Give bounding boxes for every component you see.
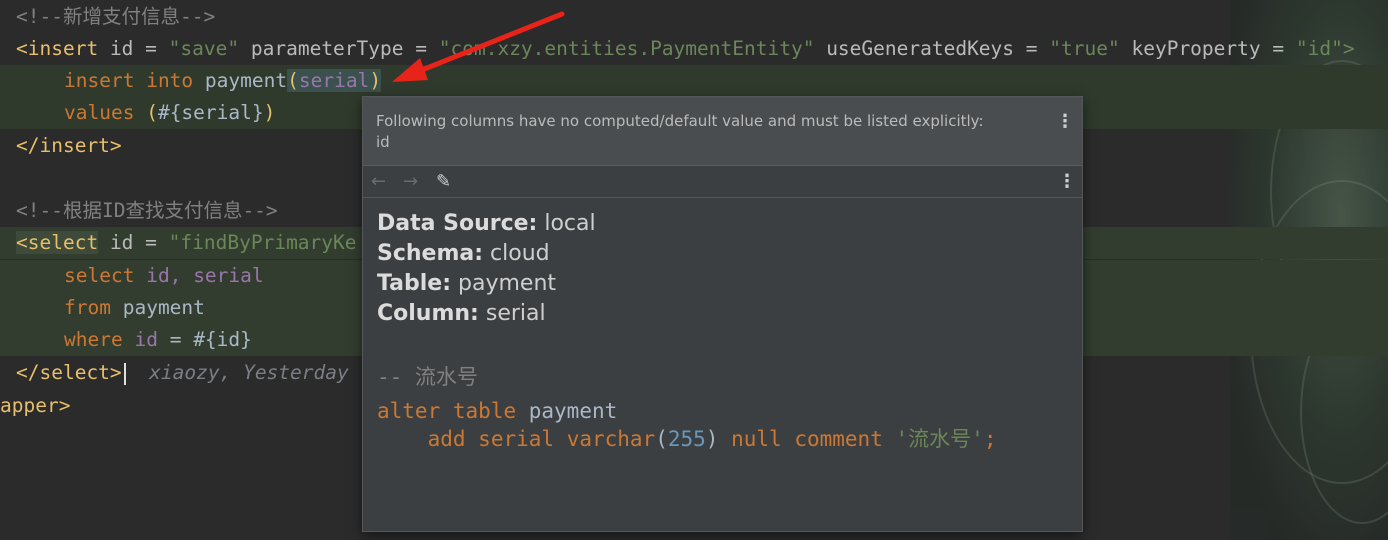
label: Column: [377, 301, 479, 326]
xml-attr: id [109, 37, 134, 60]
sql-table: payment [204, 69, 288, 92]
value: local [544, 211, 596, 236]
sql-keyword: insert [64, 69, 135, 92]
code-line-comment-save[interactable]: <!--新增支付信息--> [16, 1, 215, 33]
column-row: Column: serial [377, 299, 596, 329]
xml-attr: keyProperty [1131, 37, 1261, 60]
edit-icon[interactable]: ✎ [436, 171, 451, 192]
sql-column: serial [193, 264, 264, 287]
table-row: Table: payment [377, 269, 596, 299]
sql-keyword: from [64, 296, 111, 319]
git-blame-hint: xiaozy, Yesterday [149, 361, 349, 384]
xml-comment: <!--根据ID查找支付信息--> [16, 199, 278, 222]
xml-attr: useGeneratedKeys [826, 37, 1015, 60]
sql-keyword: table [452, 399, 517, 423]
sql-type: varchar [566, 427, 656, 451]
xml-eq: = [145, 231, 157, 254]
sql-semicolon: ; [983, 427, 997, 451]
code-line-select-open[interactable]: <select id = "findByPrimaryKe [16, 227, 357, 259]
paren: ( [146, 101, 158, 124]
code-line-insert-close[interactable]: </insert> [16, 130, 122, 162]
xml-tag: </insert> [16, 134, 122, 157]
xml-value: "findByPrimaryKe [168, 231, 357, 254]
sql-parameter: #{serial} [157, 101, 264, 124]
label: Table: [377, 271, 452, 296]
xml-attr: parameterType [250, 37, 404, 60]
xml-attr: id [109, 231, 134, 254]
inspection-warning: Following columns have no computed/defau… [363, 97, 1082, 166]
value: serial [485, 301, 546, 326]
xml-comment: <!--新增支付信息--> [16, 5, 216, 28]
sql-column-serial[interactable]: serial [299, 69, 369, 92]
ddl-code: alter table payment add serial varchar(2… [377, 397, 996, 453]
sql-keyword: alter [377, 399, 441, 423]
sql-keyword: add [427, 427, 466, 451]
sql-parameter: #{id} [193, 328, 252, 351]
more-options-icon[interactable]: ⋮ [1056, 113, 1074, 131]
forward-arrow-icon[interactable]: → [403, 171, 418, 192]
paren: ) [263, 101, 276, 124]
sql-column: serial [478, 427, 555, 451]
xml-tag: <select [16, 231, 99, 254]
text-caret [123, 362, 126, 385]
xml-value: "com.xzy.entities.PaymentEntity" [438, 37, 815, 60]
sql-number: 255 [667, 427, 706, 451]
sql-column: id, [146, 264, 182, 287]
code-line-insert-into[interactable]: insert into payment(serial) [64, 65, 382, 97]
data-source-row: Data Source: local [377, 209, 596, 239]
paren: ( [287, 69, 299, 92]
doc-toolbar: ← → ✎ ⋮ [363, 166, 1082, 198]
xml-value: "save" [168, 37, 240, 60]
sql-column: id [134, 328, 158, 351]
sql-table: payment [122, 296, 205, 319]
code-line-where[interactable]: where id = #{id} [64, 324, 252, 356]
label: Data Source: [377, 211, 538, 236]
warning-line: id [376, 133, 390, 151]
paren: ) [705, 427, 719, 451]
xml-eq: = [1272, 37, 1285, 60]
doc-body: Data Source: local Schema: cloud Table: … [377, 209, 596, 329]
sql-string: '流水号' [895, 427, 984, 451]
xml-tag: apper> [0, 394, 71, 417]
sql-keyword: null [731, 427, 782, 451]
warning-text: Following columns have no computed/defau… [376, 111, 984, 153]
xml-tag: </select> [16, 361, 122, 384]
xml-eq: = [415, 37, 427, 60]
quick-documentation-popup[interactable]: Following columns have no computed/defau… [362, 96, 1083, 532]
back-arrow-icon[interactable]: ← [371, 171, 386, 192]
sql-keyword: select [64, 264, 135, 287]
xml-value: "id"> [1295, 37, 1355, 60]
warning-line: Following columns have no computed/defau… [376, 112, 984, 130]
sql-table: payment [528, 399, 618, 423]
paren: ( [655, 427, 668, 451]
value: cloud [490, 241, 550, 266]
paren: ) [369, 69, 382, 92]
code-line-values[interactable]: values (#{serial}) [64, 97, 275, 129]
sql-keyword: values [64, 101, 135, 124]
xml-eq: = [1025, 37, 1038, 60]
sql-keyword: comment [794, 427, 883, 451]
code-line-from[interactable]: from payment [64, 292, 205, 324]
code-line-select-close[interactable]: </select> xiaozy, Yesterday [16, 357, 349, 389]
code-line-comment-find[interactable]: <!--根据ID查找支付信息--> [16, 195, 278, 227]
xml-value: "true" [1049, 37, 1120, 60]
code-line-insert-open[interactable]: <insert id = "save" parameterType = "com… [16, 33, 1355, 65]
value: payment [458, 271, 557, 296]
xml-eq: = [145, 37, 157, 60]
xml-tag: <insert [16, 37, 99, 60]
ddl-comment: -- 流水号 [377, 365, 478, 389]
sql-keyword: where [64, 328, 123, 351]
sql-keyword: into [146, 69, 194, 92]
schema-row: Schema: cloud [377, 239, 596, 269]
code-line-select[interactable]: select id, serial [64, 260, 264, 292]
code-line-mapper-close[interactable]: apper> [0, 390, 70, 422]
more-options-icon[interactable]: ⋮ [1058, 173, 1076, 191]
label: Schema: [377, 241, 484, 266]
sql-operator: = [169, 328, 182, 351]
